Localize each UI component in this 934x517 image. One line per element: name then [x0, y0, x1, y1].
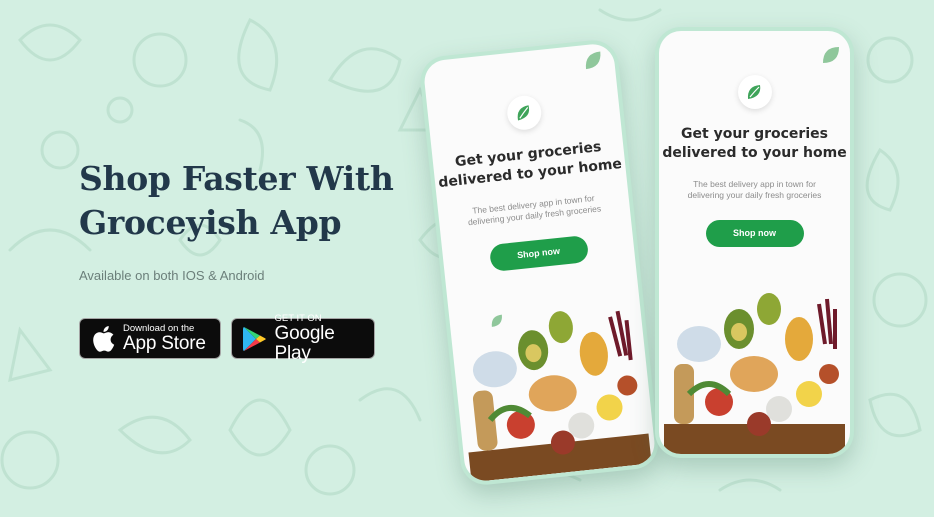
- leaf-icon: [517, 105, 529, 121]
- leaf-icon: [585, 51, 601, 70]
- grocery-produce-image: [468, 310, 652, 483]
- grocery-produce-image: [664, 293, 845, 454]
- phone-screen-front: Get your groceries delivered to your hom…: [659, 31, 850, 454]
- hero-subtitle: Available on both IOS & Android: [79, 268, 265, 283]
- app-screen-title: Get your groceries delivered to your hom…: [662, 126, 847, 161]
- app-screen-description: The best delivery app in town for delive…: [687, 179, 822, 200]
- apple-icon: [89, 325, 117, 353]
- google-play-big-label: Google Play: [274, 323, 335, 364]
- app-store-button[interactable]: Download on the App Store: [79, 318, 221, 359]
- leaf-icon: [823, 47, 839, 63]
- app-screen-title: Get your groceries delivered to your hom…: [437, 138, 623, 192]
- shop-now-button[interactable]: Shop now: [705, 220, 804, 247]
- app-logo: [505, 94, 543, 132]
- app-screen-description: The best delivery app in town for delive…: [467, 192, 602, 228]
- google-play-button[interactable]: GET IT ON Google Play: [231, 313, 375, 364]
- google-play-icon: [241, 325, 269, 353]
- app-store-big-label: App Store: [123, 333, 206, 354]
- hero-title: Shop Faster With Groceyish App: [79, 159, 394, 242]
- phone-screen-back: Get your groceries delivered to your hom…: [422, 42, 657, 483]
- shop-now-button[interactable]: Shop now: [488, 235, 589, 273]
- leaf-icon: [747, 85, 760, 99]
- app-logo: [737, 75, 772, 109]
- phone-mockup-front: Get your groceries delivered to your hom…: [655, 27, 854, 458]
